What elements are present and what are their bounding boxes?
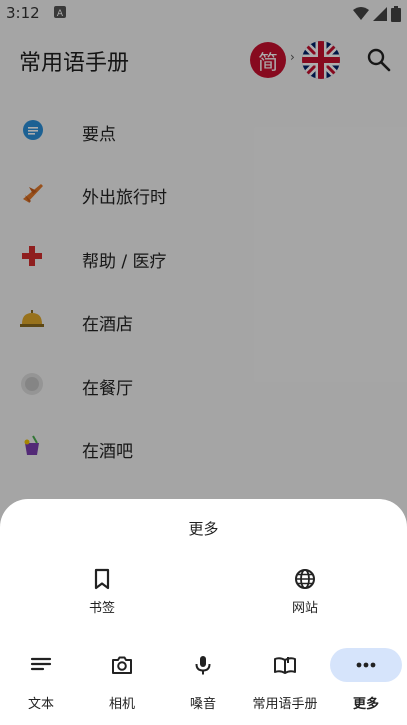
- nav-camera-pill: [86, 648, 158, 682]
- bookmark-label: 书签: [88, 601, 115, 616]
- nav-camera[interactable]: 相机: [82, 640, 162, 712]
- nav-phrasebook-label: 常用语手册: [252, 697, 318, 712]
- nav-phrasebook-pill: [249, 648, 321, 682]
- nav-voice[interactable]: 嗓音: [163, 640, 243, 712]
- phrasebook-icon: [274, 657, 296, 674]
- nav-text-label: 文本: [27, 697, 54, 712]
- nav-voice-pill: [167, 648, 239, 682]
- nav-text-pill: [5, 648, 77, 682]
- website-label: 网站: [291, 601, 318, 616]
- bottom-navigation: 文本 相机 嗓音 常用语手册 更多: [0, 640, 407, 725]
- globe-icon: [295, 569, 315, 589]
- nav-voice-label: 嗓音: [189, 697, 216, 712]
- nav-camera-label: 相机: [108, 697, 135, 712]
- nav-more-label: 更多: [352, 697, 379, 712]
- camera-icon: [112, 656, 132, 674]
- more-dots-icon: [356, 662, 376, 668]
- bookmark-icon: [94, 568, 110, 590]
- nav-phrasebook[interactable]: 常用语手册: [245, 640, 325, 712]
- bookmark-button[interactable]: 书签: [62, 567, 142, 616]
- website-button[interactable]: 网站: [265, 567, 345, 616]
- microphone-icon: [195, 656, 211, 675]
- sheet-title: 更多: [188, 520, 219, 538]
- nav-text[interactable]: 文本: [1, 640, 81, 712]
- text-lines-icon: [30, 657, 52, 671]
- nav-more[interactable]: 更多: [326, 640, 406, 712]
- nav-more-pill: [330, 648, 402, 682]
